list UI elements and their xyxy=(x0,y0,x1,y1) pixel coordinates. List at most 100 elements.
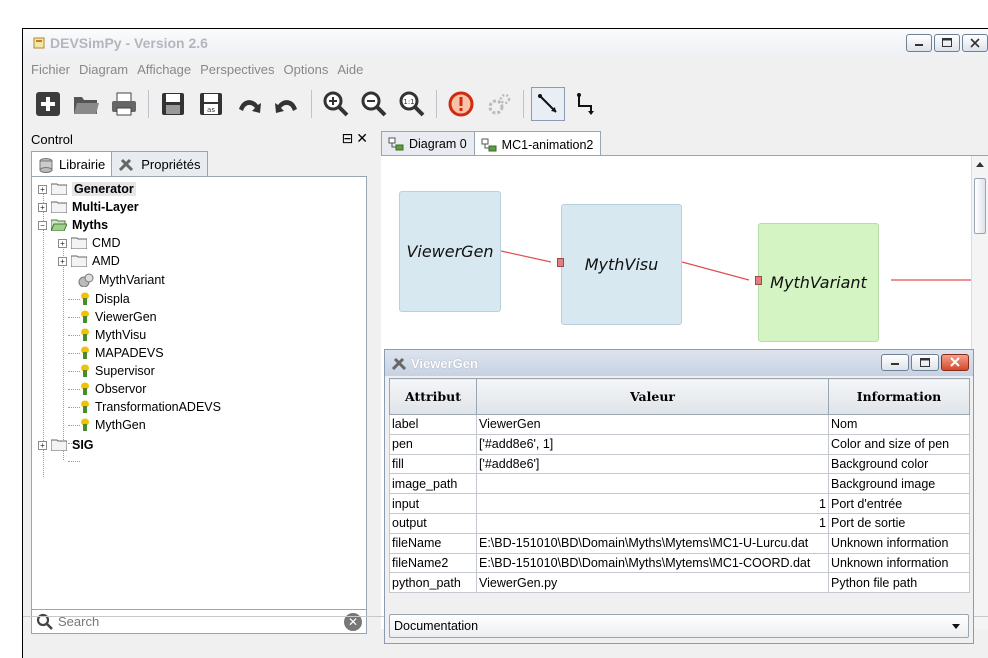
tree-item-mythgen[interactable]: MythGen xyxy=(80,416,146,434)
atomic-model-icon xyxy=(81,382,89,395)
scrollbar-thumb[interactable] xyxy=(974,178,986,234)
collapse-icon[interactable]: − xyxy=(38,220,47,230)
properties-title-bar[interactable]: ViewerGen xyxy=(385,350,973,376)
minimize-icon xyxy=(891,363,899,365)
open-folder-icon xyxy=(51,219,67,231)
tree-item-label: MythGen xyxy=(95,418,146,432)
print-button[interactable] xyxy=(107,87,141,121)
block-mythvariant[interactable]: MythVariant xyxy=(758,223,879,342)
value-cell[interactable]: ViewerGen xyxy=(476,414,829,435)
table-row[interactable]: input 1 Port d'entrée xyxy=(389,493,970,514)
settings-button[interactable] xyxy=(482,87,516,121)
expand-icon[interactable]: + xyxy=(58,238,67,248)
direct-link-button[interactable] xyxy=(531,87,565,121)
save-as-button[interactable]: as xyxy=(194,87,228,121)
tree-guide xyxy=(68,389,80,390)
tree-item-supervisor[interactable]: Supervisor xyxy=(80,362,155,380)
tree-item-mapadevs[interactable]: MAPADEVS xyxy=(80,344,164,362)
table-row[interactable]: fill ['#add8e6'] Background color xyxy=(389,453,970,475)
tools-icon xyxy=(119,158,134,172)
tree-item-cmd[interactable]: + CMD xyxy=(58,234,120,252)
input-port[interactable] xyxy=(755,276,762,285)
tree-item-myths[interactable]: − Myths xyxy=(38,216,108,234)
block-viewergen[interactable]: ViewerGen xyxy=(399,191,501,312)
link-line[interactable] xyxy=(681,261,750,281)
tab-librairie[interactable]: Librairie xyxy=(31,151,113,177)
column-header-valeur[interactable]: Valeur xyxy=(476,378,829,415)
value-cell[interactable]: E:\BD-151010\BD\Domain\Myths\Mytems\MC1-… xyxy=(476,532,829,554)
value-cell[interactable]: E:\BD-151010\BD\Domain\Myths\Mytems\MC1-… xyxy=(476,552,829,574)
value-cell[interactable]: 1 xyxy=(476,493,829,514)
new-button[interactable] xyxy=(31,87,65,121)
tree-item-amd[interactable]: + AMD xyxy=(58,252,120,270)
value-cell[interactable]: 1 xyxy=(476,512,829,534)
undo-button[interactable] xyxy=(232,87,266,121)
angle-link-button[interactable] xyxy=(569,87,603,121)
tree-item-generator[interactable]: + Generator xyxy=(38,180,136,198)
tree-item-mythvariant[interactable]: MythVariant xyxy=(78,271,165,289)
minimize-button[interactable] xyxy=(906,34,932,52)
tab-mc1-animation2[interactable]: MC1-animation2 xyxy=(473,131,602,157)
close-button[interactable] xyxy=(941,354,969,371)
tree-item-viewergen[interactable]: ViewerGen xyxy=(80,308,157,326)
table-row[interactable]: python_path ViewerGen.py Python file path xyxy=(389,572,970,594)
scroll-up-icon[interactable] xyxy=(972,156,988,172)
stop-button[interactable] xyxy=(444,87,478,121)
menu-diagram[interactable]: Diagram xyxy=(79,62,128,77)
zoom-in-button[interactable] xyxy=(319,87,353,121)
tab-diagram-0[interactable]: Diagram 0 xyxy=(381,131,475,156)
value-cell[interactable] xyxy=(476,473,829,495)
tree-item-multi-layer[interactable]: + Multi-Layer xyxy=(38,198,139,216)
redo-icon xyxy=(275,100,297,113)
link-line[interactable] xyxy=(500,250,552,263)
expand-icon[interactable]: + xyxy=(38,202,47,212)
table-row[interactable]: fileName2 E:\BD-151010\BD\Domain\Myths\My… xyxy=(389,552,970,574)
open-button[interactable] xyxy=(69,87,103,121)
close-button[interactable] xyxy=(962,34,988,52)
tree-item-observor[interactable]: Observor xyxy=(80,380,146,398)
tree-item-transformationadevs[interactable]: TransformationADEVS xyxy=(80,398,221,416)
redo-button[interactable] xyxy=(270,87,304,121)
menu-aide[interactable]: Aide xyxy=(337,62,363,77)
search-box[interactable]: Search ✕ xyxy=(31,609,367,634)
tree-guide xyxy=(63,240,64,460)
zoom-out-icon xyxy=(361,91,387,117)
table-row[interactable]: label ViewerGen Nom xyxy=(389,414,970,435)
column-header-information[interactable]: Information xyxy=(828,378,970,415)
value-cell[interactable]: ['#add8e6', 1] xyxy=(476,433,829,455)
zoom-out-button[interactable] xyxy=(357,87,391,121)
info-cell: Port de sortie xyxy=(828,512,970,534)
tree-item-mythvisu[interactable]: MythVisu xyxy=(80,326,146,344)
menu-perspectives[interactable]: Perspectives xyxy=(200,62,274,77)
menu-options[interactable]: Options xyxy=(284,62,329,77)
expand-icon[interactable]: + xyxy=(58,256,67,266)
close-panel-icon[interactable]: ✕ xyxy=(356,131,371,147)
value-cell[interactable]: ['#add8e6'] xyxy=(476,453,829,475)
chevron-down-icon[interactable] xyxy=(952,624,960,629)
tree-item-label: Supervisor xyxy=(95,364,155,378)
minimize-button[interactable] xyxy=(881,354,909,371)
expand-icon[interactable]: + xyxy=(38,184,47,194)
tab-proprietes[interactable]: Propriétés xyxy=(111,151,208,176)
menu-fichier[interactable]: Fichier xyxy=(31,62,70,77)
tree-item-label: ViewerGen xyxy=(95,310,157,324)
value-cell[interactable]: ViewerGen.py xyxy=(476,572,829,594)
block-mythvisu[interactable]: MythVisu xyxy=(561,204,682,325)
control-panel: Control ⊟✕ Librairie Propriétés + Genera… xyxy=(23,129,373,634)
table-row[interactable]: output 1 Port de sortie xyxy=(389,512,970,534)
tree-item-displa[interactable]: Displa xyxy=(80,290,130,308)
documentation-dropdown[interactable]: Documentation xyxy=(389,614,969,638)
zoom-reset-button[interactable]: 1:1 xyxy=(395,87,429,121)
table-row[interactable]: fileName E:\BD-151010\BD\Domain\Myths\Myt… xyxy=(389,532,970,554)
undock-icon[interactable]: ⊟ xyxy=(342,131,357,147)
table-row[interactable]: pen ['#add8e6', 1] Color and size of pen xyxy=(389,433,970,455)
save-button[interactable] xyxy=(156,87,190,121)
maximize-button[interactable] xyxy=(934,34,960,52)
expand-icon[interactable]: + xyxy=(38,440,47,450)
table-row[interactable]: image_path Background image xyxy=(389,473,970,495)
input-port[interactable] xyxy=(557,258,564,267)
menu-affichage[interactable]: Affichage xyxy=(137,62,191,77)
column-header-attribut[interactable]: Attribut xyxy=(389,378,477,415)
maximize-button[interactable] xyxy=(911,354,939,371)
tree-item-sig[interactable]: + SIG xyxy=(38,436,94,454)
